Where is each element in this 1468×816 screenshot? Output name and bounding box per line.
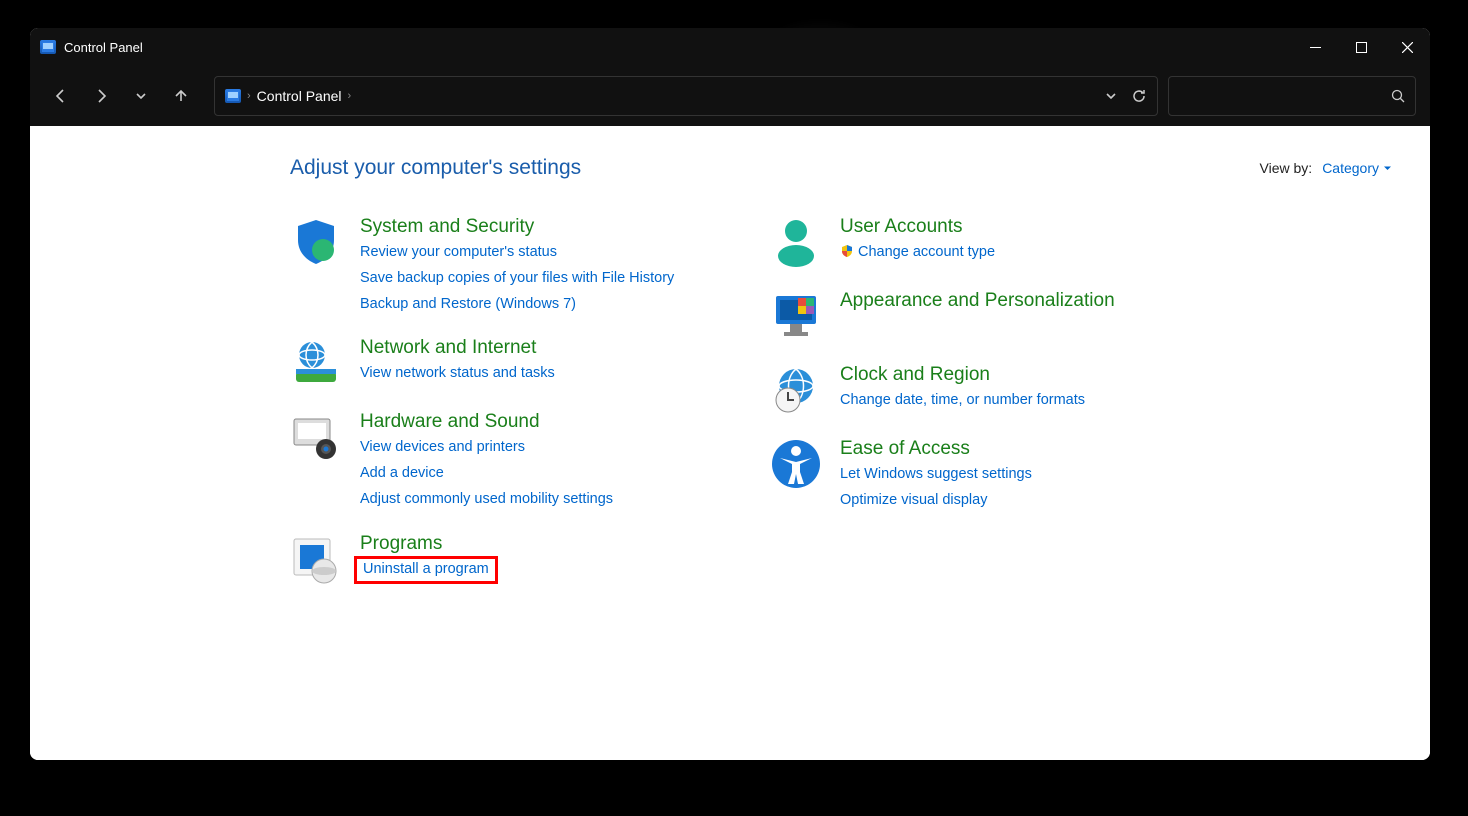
category-body: System and Security Review your computer'…: [360, 216, 674, 315]
breadcrumb-root[interactable]: Control Panel: [257, 88, 342, 104]
uac-shield-icon: [840, 244, 854, 258]
categories-left-column: System and Security Review your computer'…: [290, 216, 710, 585]
categories: System and Security Review your computer'…: [290, 216, 1392, 585]
back-button[interactable]: [44, 79, 78, 113]
category-network: Network and Internet View network status …: [290, 337, 710, 389]
category-body: User Accounts Change account type: [840, 216, 995, 268]
minimize-button[interactable]: [1292, 28, 1338, 66]
page-title: Adjust your computer's settings: [290, 156, 581, 180]
search-icon[interactable]: [1391, 89, 1405, 103]
category-link[interactable]: Optimize visual display: [840, 490, 987, 512]
category-link[interactable]: View network status and tasks: [360, 363, 555, 385]
category-link[interactable]: Backup and Restore (Windows 7): [360, 294, 576, 316]
category-link[interactable]: Save backup copies of your files with Fi…: [360, 268, 674, 290]
header-row: Adjust your computer's settings View by:…: [290, 156, 1392, 180]
category-title[interactable]: Ease of Access: [840, 438, 1032, 460]
category-title[interactable]: Hardware and Sound: [360, 411, 613, 433]
title-left: Control Panel: [30, 40, 143, 55]
address-icon: [225, 89, 241, 103]
address-bar[interactable]: › Control Panel ›: [214, 76, 1158, 116]
view-by-value: Category: [1322, 160, 1379, 176]
category-title[interactable]: Network and Internet: [360, 337, 555, 359]
annotation-highlight: Uninstall a program: [354, 556, 498, 584]
category-body: Clock and Region Change date, time, or nu…: [840, 364, 1085, 416]
category-link[interactable]: Adjust commonly used mobility settings: [360, 489, 613, 511]
category-title[interactable]: Programs: [360, 533, 492, 555]
category-body: Network and Internet View network status …: [360, 337, 555, 389]
user-accounts-icon: [770, 216, 822, 268]
search-box[interactable]: [1168, 76, 1416, 116]
category-hardware: Hardware and Sound View devices and print…: [290, 411, 710, 510]
category-title[interactable]: User Accounts: [840, 216, 995, 238]
category-clock: Clock and Region Change date, time, or nu…: [770, 364, 1190, 416]
recent-dropdown[interactable]: [124, 79, 158, 113]
network-icon: [290, 337, 342, 389]
category-link[interactable]: Review your computer's status: [360, 242, 557, 264]
control-panel-icon: [40, 40, 56, 54]
window-controls: [1292, 28, 1430, 66]
category-programs: Programs Uninstall a program: [290, 533, 710, 585]
control-panel-window: Control Panel: [30, 28, 1430, 760]
category-body: Ease of Access Let Windows suggest settin…: [840, 438, 1032, 512]
category-link[interactable]: Change date, time, or number formats: [840, 390, 1085, 412]
breadcrumb-separator: ›: [348, 90, 352, 102]
navigation-bar: › Control Panel ›: [30, 66, 1430, 126]
category-ease: Ease of Access Let Windows suggest settin…: [770, 438, 1190, 512]
category-link[interactable]: Add a device: [360, 463, 444, 485]
programs-icon: [290, 533, 342, 585]
category-link[interactable]: Uninstall a program: [360, 559, 492, 581]
category-title[interactable]: Appearance and Personalization: [840, 290, 1115, 312]
ease-icon: [770, 438, 822, 490]
up-button[interactable]: [164, 79, 198, 113]
category-user-accounts: User Accounts Change account type: [770, 216, 1190, 268]
category-link[interactable]: Let Windows suggest settings: [840, 464, 1032, 486]
maximize-button[interactable]: [1338, 28, 1384, 66]
forward-button[interactable]: [84, 79, 118, 113]
category-body: Hardware and Sound View devices and print…: [360, 411, 613, 510]
category-system-security: System and Security Review your computer'…: [290, 216, 710, 315]
clock-icon: [770, 364, 822, 416]
refresh-button[interactable]: [1131, 88, 1147, 104]
view-by-dropdown[interactable]: Category: [1322, 160, 1392, 176]
content-pane: Adjust your computer's settings View by:…: [30, 126, 1430, 760]
hardware-icon: [290, 411, 342, 463]
system-security-icon: [290, 216, 342, 268]
address-dropdown[interactable]: [1105, 90, 1117, 102]
breadcrumb-separator: ›: [247, 90, 251, 102]
category-appearance: Appearance and Personalization: [770, 290, 1190, 342]
category-link[interactable]: Change account type: [840, 242, 995, 264]
category-body: Appearance and Personalization: [840, 290, 1115, 342]
search-input[interactable]: [1179, 88, 1391, 104]
categories-right-column: User Accounts Change account type Appearan…: [770, 216, 1190, 585]
title-bar: Control Panel: [30, 28, 1430, 66]
view-by-control: View by: Category: [1260, 160, 1392, 176]
category-body: Programs Uninstall a program: [360, 533, 492, 585]
window-title: Control Panel: [64, 40, 143, 55]
category-link[interactable]: View devices and printers: [360, 437, 525, 459]
category-title[interactable]: System and Security: [360, 216, 674, 238]
appearance-icon: [770, 290, 822, 342]
close-button[interactable]: [1384, 28, 1430, 66]
category-title[interactable]: Clock and Region: [840, 364, 1085, 386]
view-by-label: View by:: [1260, 160, 1313, 176]
